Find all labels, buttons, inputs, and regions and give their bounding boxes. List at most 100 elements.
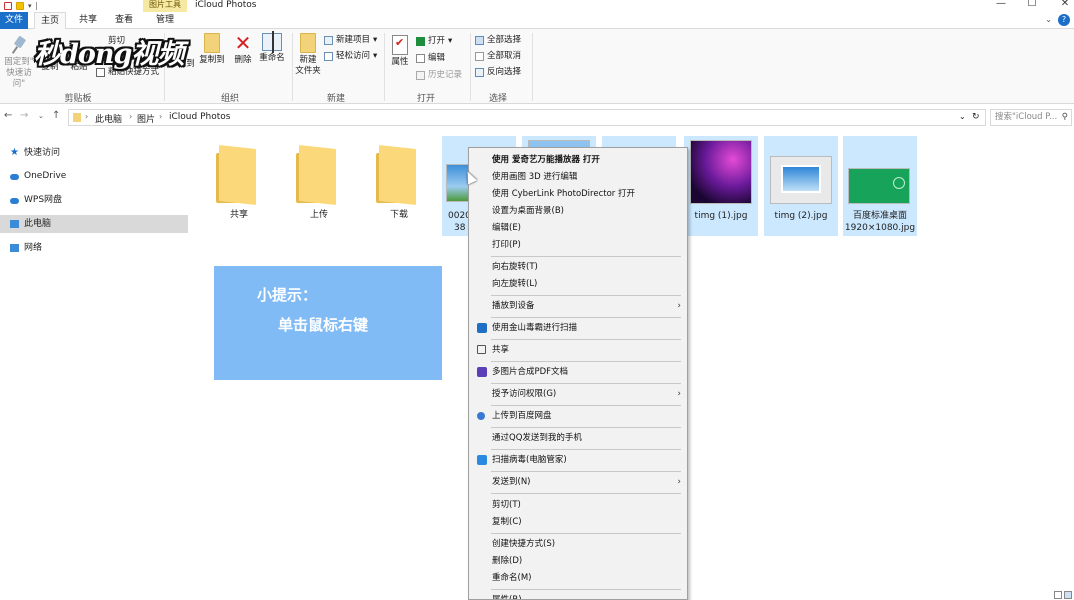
minimize-button[interactable]: —	[984, 0, 1018, 11]
select-none-button[interactable]: 全部取消	[475, 51, 521, 62]
menu-item-open-with-iqiyi[interactable]: 使用 爱奇艺万能播放器 打开	[469, 152, 687, 168]
tab-file[interactable]: 文件	[0, 12, 28, 29]
breadcrumb-this-pc[interactable]: 此电脑	[95, 112, 122, 125]
select-all-button[interactable]: 全部选择	[475, 35, 521, 46]
large-icons-view-icon[interactable]	[1064, 591, 1072, 599]
select-group-label: 选择	[488, 94, 507, 104]
status-bar	[0, 590, 1074, 600]
shield-icon	[477, 455, 487, 465]
menu-item-edit[interactable]: 编辑(E)	[469, 220, 687, 236]
folder-tile-upload[interactable]: 上传	[282, 137, 356, 237]
quick-access-toolbar: ▾	[4, 0, 37, 12]
nav-wps-drive[interactable]: WPS网盘	[0, 191, 188, 209]
copy-to-icon	[204, 33, 220, 53]
search-input[interactable]: 搜索"iCloud P... ⚲	[990, 109, 1072, 126]
menu-item-cast-to-device[interactable]: 播放到设备 ›	[469, 298, 687, 314]
open-group-label: 打开	[416, 94, 435, 104]
forward-arrow-icon[interactable]: →	[20, 110, 28, 121]
properties-button[interactable]: 属性	[387, 35, 413, 68]
menu-item-grant-access[interactable]: 授予访问权限(G) ›	[469, 386, 687, 402]
new-folder-button[interactable]: 新建 文件夹	[294, 33, 322, 77]
close-button[interactable]: ✕	[1048, 0, 1074, 11]
folder-icon	[216, 145, 256, 205]
menu-item-rotate-left[interactable]: 向左旋转(L)	[469, 276, 687, 292]
folder-tile-download[interactable]: 下载	[362, 137, 436, 237]
nav-onedrive[interactable]: OneDrive	[0, 167, 188, 185]
recent-dropdown-icon[interactable]: ⌄	[38, 112, 44, 120]
history-button[interactable]: 历史记录	[416, 70, 462, 81]
rename-button[interactable]: 重命名	[257, 31, 287, 64]
menu-item-merge-pdf[interactable]: 多图片合成PDF文档	[469, 364, 687, 380]
menu-item-create-shortcut[interactable]: 创建快捷方式(S)	[469, 536, 687, 552]
organize-group-label: 组织	[220, 94, 239, 104]
invert-selection-button[interactable]: 反向选择	[475, 67, 521, 78]
open-button[interactable]: 打开 ▾	[416, 36, 452, 47]
menu-item-rename[interactable]: 重命名(M)	[469, 570, 687, 586]
menu-item-share[interactable]: 共享	[469, 342, 687, 358]
open-dropdown-icon: ▾	[448, 36, 453, 46]
nav-this-pc[interactable]: 此电脑	[0, 215, 188, 233]
maximize-button[interactable]: ☐	[1015, 0, 1049, 11]
new-item-button[interactable]: 新建项目 ▾	[324, 35, 377, 46]
pin-to-quick-access-button[interactable]: 固定到" 快速访问"	[2, 37, 36, 90]
easy-access-button[interactable]: 轻松访问 ▾	[324, 51, 377, 62]
menu-item-delete[interactable]: 删除(D)	[469, 553, 687, 569]
address-dropdown-icon[interactable]: ⌄	[959, 112, 966, 121]
menu-item-open-cyberlink[interactable]: 使用 CyberLink PhotoDirector 打开	[469, 186, 687, 202]
window-title: iCloud Photos	[195, 0, 257, 10]
menu-item-send-to[interactable]: 发送到(N) ›	[469, 474, 687, 490]
delete-button[interactable]: ✕ 删除	[230, 33, 256, 66]
up-arrow-icon[interactable]: ↑	[52, 110, 60, 121]
tab-manage[interactable]: 管理	[148, 12, 182, 29]
new-folder-icon	[300, 33, 316, 53]
address-bar[interactable]: › 此电脑 › 图片 › iCloud Photos ⌄ ↻	[68, 109, 986, 126]
menu-item-scan-kingsoft[interactable]: 使用金山毒霸进行扫描	[469, 320, 687, 336]
menu-separator	[491, 471, 681, 472]
submenu-arrow-icon: ›	[677, 477, 681, 487]
menu-item-rotate-right[interactable]: 向右旋转(T)	[469, 259, 687, 275]
menu-item-upload-baidu[interactable]: 上传到百度网盘	[469, 408, 687, 424]
menu-item-scan-virus-pcmgr[interactable]: 扫描病毒(电脑管家)	[469, 452, 687, 468]
tab-view[interactable]: 查看	[108, 12, 140, 29]
select-none-icon	[475, 52, 484, 61]
menu-item-copy[interactable]: 复制(C)	[469, 514, 687, 530]
menu-item-edit-paint3d[interactable]: 使用画图 3D 进行编辑	[469, 169, 687, 185]
edit-button[interactable]: 编辑	[416, 53, 445, 64]
new-folder-qat-icon[interactable]	[16, 2, 24, 10]
details-view-icon[interactable]	[1054, 591, 1062, 599]
back-arrow-icon[interactable]: ←	[4, 110, 12, 121]
image-tile-timg-1[interactable]: timg (1).jpg	[684, 136, 758, 236]
tab-share[interactable]: 共享	[72, 12, 104, 29]
menu-separator	[491, 493, 681, 494]
copy-to-button[interactable]: 复制到	[197, 33, 227, 66]
properties-qat-icon[interactable]	[4, 2, 12, 10]
breadcrumb-icloud-photos[interactable]: iCloud Photos	[169, 112, 230, 122]
menu-item-set-wallpaper[interactable]: 设置为桌面背景(B)	[469, 203, 687, 219]
nav-network[interactable]: 网络	[0, 239, 188, 257]
green-logo-mark	[893, 177, 905, 189]
menu-item-cut[interactable]: 剪切(T)	[469, 497, 687, 513]
refresh-icon[interactable]: ↻	[972, 112, 980, 122]
image-thumbnail	[690, 140, 752, 204]
image-tile-baidu-desktop[interactable]: 百度标准桌面 1920×1080.jpg	[843, 136, 917, 236]
title-bar: ▾ 图片工具 iCloud Photos — ☐ ✕	[0, 0, 1074, 12]
open-icon	[416, 37, 425, 46]
menu-item-send-via-qq[interactable]: 通过QQ发送到我的手机	[469, 430, 687, 446]
image-tile-timg-2[interactable]: timg (2).jpg	[764, 136, 838, 236]
folder-icon	[376, 145, 416, 205]
help-icon[interactable]: ?	[1058, 14, 1070, 26]
edit-icon	[416, 54, 425, 63]
breadcrumb-pictures[interactable]: 图片	[137, 112, 155, 125]
nav-quick-access[interactable]: ★ 快速访问	[0, 144, 188, 162]
tip-text: 单击鼠标右键	[278, 316, 369, 334]
qat-dropdown-icon[interactable]: ▾	[28, 2, 32, 10]
image-thumbnail	[770, 156, 832, 204]
menu-item-print[interactable]: 打印(P)	[469, 237, 687, 253]
ribbon-collapse-icon[interactable]: ⌄	[1045, 15, 1052, 24]
menu-separator	[491, 405, 681, 406]
new-item-dropdown-icon: ▾	[373, 35, 378, 45]
tab-home[interactable]: 主页	[34, 12, 66, 30]
select-all-icon	[475, 36, 484, 45]
menu-separator	[491, 427, 681, 428]
folder-tile-share[interactable]: 共享	[202, 137, 276, 237]
